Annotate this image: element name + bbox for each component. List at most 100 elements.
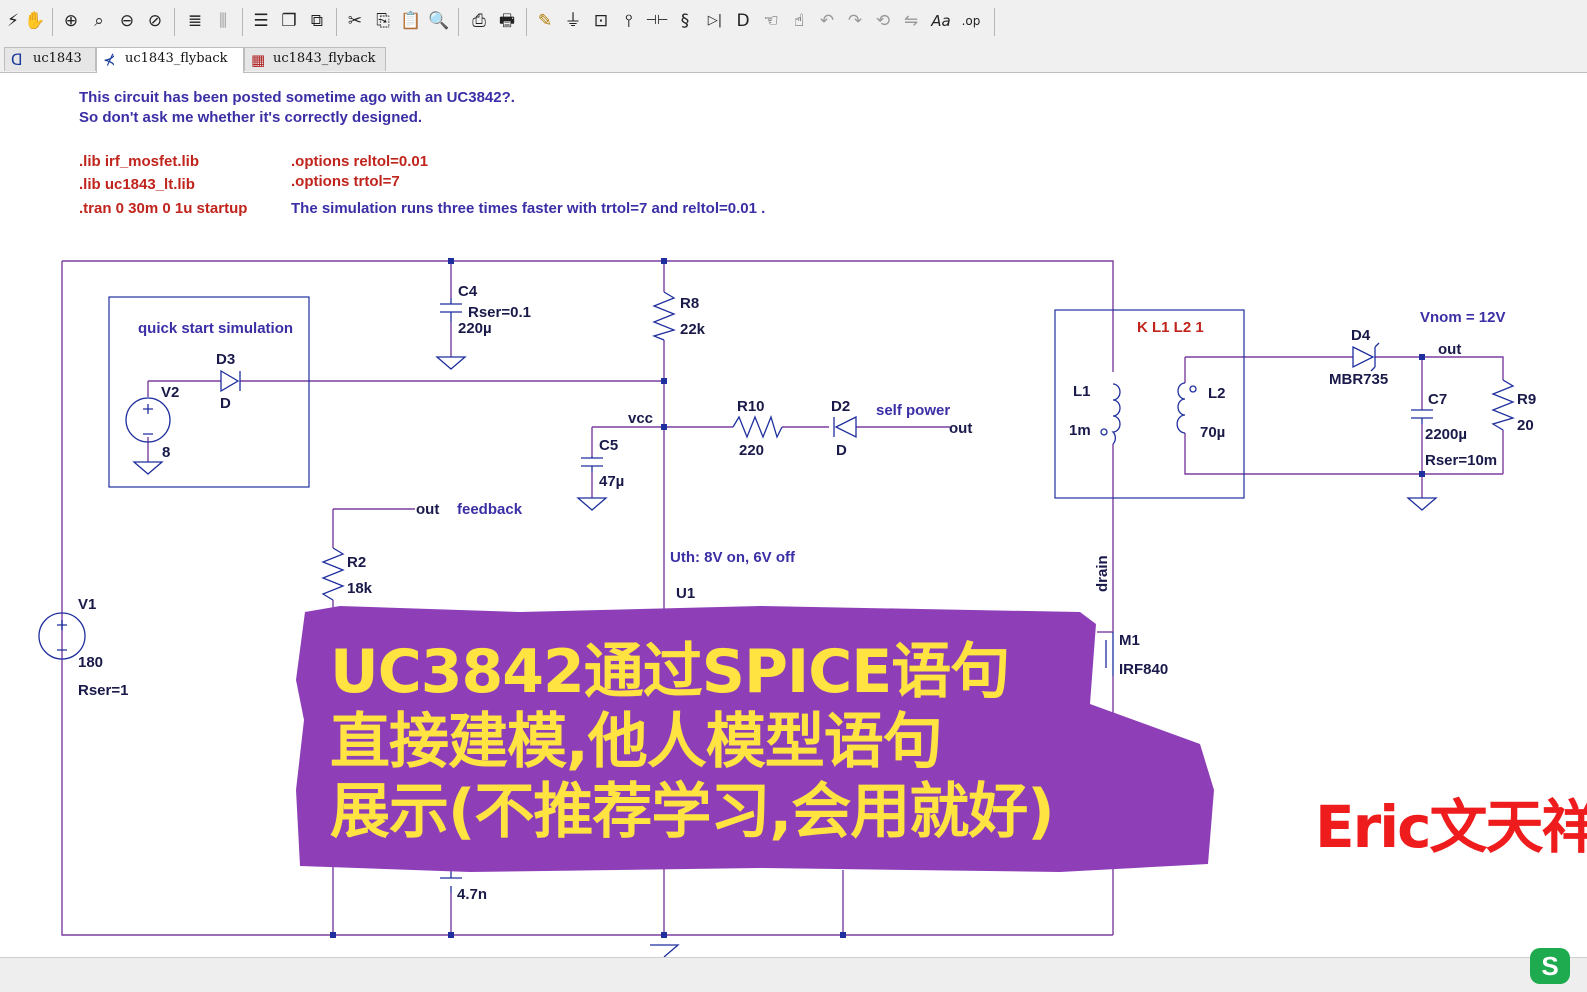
diode-d4[interactable] (1352, 342, 1380, 372)
c4-rser: Rser=0.1 (468, 304, 531, 321)
v1-rser: Rser=1 (78, 682, 128, 699)
tab-label: uc1843_flyback (273, 51, 376, 66)
out-label-r2: out (416, 501, 439, 518)
zoom-out-icon[interactable]: ⊖ (114, 8, 140, 34)
capacitor-c7[interactable] (1411, 409, 1433, 424)
spice-directive-icon[interactable]: .op (958, 8, 984, 34)
diode-d3[interactable] (220, 369, 241, 393)
close-windows-icon[interactable]: ⧉ (304, 8, 330, 34)
cascade-icon[interactable]: ☰ (248, 8, 274, 34)
comment-sim-speed: The simulation runs three times faster w… (291, 200, 765, 217)
pan-icon[interactable]: ✋ (22, 8, 48, 34)
cap-4n7-value: 4.7n (457, 886, 487, 903)
tab-uc1843-symbol[interactable]: ᗡ uc1843 (4, 47, 96, 71)
redo-icon[interactable]: ↷ (842, 8, 868, 34)
capacitor-c4[interactable] (440, 298, 462, 322)
c5-value: 47µ (599, 473, 624, 490)
tile-horizontal-icon[interactable]: ≣ (182, 8, 208, 34)
overlay-title-line3: 展示(不推荐学习,会用就好) (330, 777, 1055, 847)
d3-value: D (220, 395, 231, 412)
tile-vertical-icon[interactable]: ⫼ (210, 8, 236, 34)
voltage-source-v2[interactable] (125, 397, 171, 443)
draw-wire-icon[interactable]: ✎ (532, 8, 558, 34)
c5-name: C5 (599, 437, 618, 454)
tab-bar: ᗡ uc1843 ⊀ uc1843_flyback ▦ uc1843_flyba… (0, 44, 1587, 73)
out-label-d2: out (949, 420, 972, 437)
tab-uc1843-flyback-waveform[interactable]: ▦ uc1843_flyback (244, 47, 386, 71)
resistor-r9[interactable] (1491, 379, 1515, 431)
inductor-l2[interactable] (1176, 382, 1197, 434)
r10-name: R10 (737, 398, 765, 415)
directive-lib1: .lib irf_mosfet.lib (79, 153, 199, 170)
diode-icon[interactable]: ▷| (702, 8, 728, 34)
zoom-in-icon[interactable]: ⊕ (58, 8, 84, 34)
capacitor-c5[interactable] (581, 456, 603, 472)
resistor-r2[interactable] (321, 547, 345, 601)
find-icon[interactable]: 🔍 (426, 8, 452, 34)
coupling-box (1054, 309, 1245, 499)
u1-name: U1 (676, 585, 695, 602)
drag-icon[interactable]: ☝ (786, 8, 812, 34)
d2-value: D (836, 442, 847, 459)
r2-value: 18k (347, 580, 373, 597)
overlay-title-line1: UC3842通过SPICE语句 (330, 637, 1010, 707)
rotate-icon[interactable]: ⟲ (870, 8, 896, 34)
r8-name: R8 (680, 295, 699, 312)
toolbar-separator (242, 8, 243, 36)
resistor-r8[interactable] (652, 291, 676, 341)
zoom-rect-icon[interactable]: ⌕ (86, 8, 112, 34)
directive-opt1: .options reltol=0.01 (291, 153, 428, 170)
d3-name: D3 (216, 351, 235, 368)
window-icon[interactable]: ❐ (276, 8, 302, 34)
r10-value: 220 (739, 442, 764, 459)
inductor-icon[interactable]: § (672, 8, 698, 34)
drain-label: drain (1094, 555, 1111, 592)
app-logo-icon: S (1530, 948, 1570, 984)
c4-name: C4 (458, 283, 478, 300)
coupling-directive: K L1 L2 1 (1137, 319, 1204, 336)
v2-value: 8 (162, 444, 170, 461)
overlay-title-line2: 直接建模,他人模型语句 (330, 707, 943, 777)
d2-name: D2 (831, 398, 850, 415)
print-icon[interactable]: 🖶 (494, 8, 520, 34)
l1-name: L1 (1073, 383, 1091, 400)
comment-line2: So don't ask me whether it's correctly d… (79, 109, 422, 126)
schematic-tab-icon: ⊀ (103, 51, 116, 69)
status-bar (0, 957, 1587, 992)
ground-icon[interactable]: ⏚ (560, 8, 586, 34)
capacitor-icon[interactable]: ⊣⊢ (644, 8, 670, 34)
copy-icon[interactable]: ⎘ (370, 8, 396, 34)
l2-name: L2 (1208, 385, 1226, 402)
print-setup-icon[interactable]: ⎙ (466, 8, 492, 34)
paste-icon[interactable]: 📋 (398, 8, 424, 34)
feedback-label: feedback (457, 501, 523, 518)
v1-name: V1 (78, 596, 96, 613)
d4-name: D4 (1351, 327, 1371, 344)
toolbar-separator (336, 8, 337, 36)
diode-d2[interactable] (833, 415, 857, 439)
cut-icon[interactable]: ✂ (342, 8, 368, 34)
label-net-icon[interactable]: ⊡ (588, 8, 614, 34)
inductor-l1[interactable] (1100, 383, 1121, 445)
mirror-icon[interactable]: ⇋ (898, 8, 924, 34)
component-icon[interactable]: D (730, 8, 756, 34)
text-icon[interactable]: Aa (928, 8, 954, 34)
resistor-r10[interactable] (732, 415, 783, 439)
resistor-icon[interactable]: ⫯ (616, 8, 642, 34)
move-icon[interactable]: ☜ (758, 8, 784, 34)
directive-lib2: .lib uc1843_lt.lib (79, 176, 195, 193)
r9-value: 20 (1517, 417, 1534, 434)
c4-value: 220µ (458, 320, 492, 337)
tab-label: uc1843_flyback (125, 51, 228, 66)
vcc-label: vcc (628, 410, 653, 427)
zoom-fit-icon[interactable]: ⊘ (142, 8, 168, 34)
toolbar-separator (52, 8, 53, 36)
mosfet-m1[interactable] (1105, 632, 1114, 676)
c7-name: C7 (1428, 391, 1447, 408)
toolbar-separator (458, 8, 459, 36)
undo-icon[interactable]: ↶ (814, 8, 840, 34)
tab-uc1843-flyback-schematic[interactable]: ⊀ uc1843_flyback (96, 47, 244, 73)
out-label-d4: out (1438, 341, 1461, 358)
r2-name: R2 (347, 554, 366, 571)
directive-opt2: .options trtol=7 (291, 173, 400, 190)
